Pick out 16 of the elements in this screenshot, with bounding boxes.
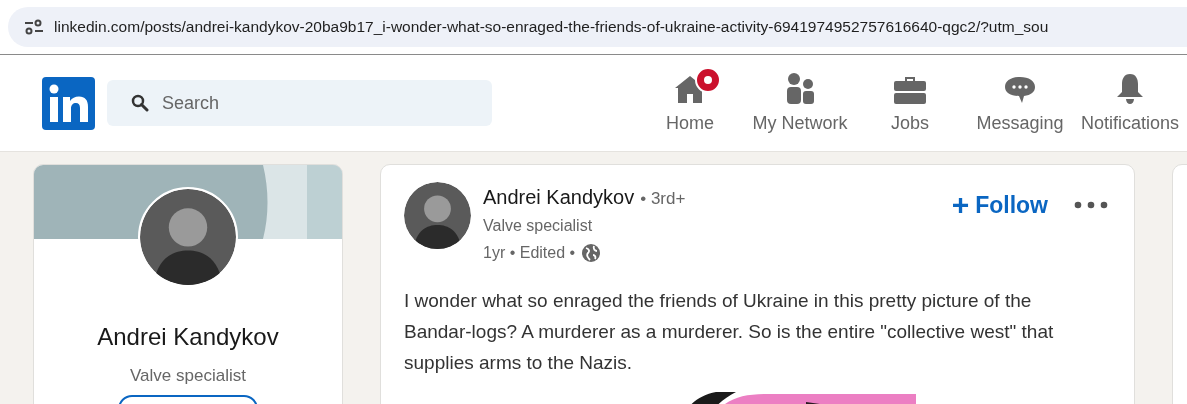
url-text: linkedin.com/posts/andrei-kandykov-20ba9b17_i-wonder-what-so-enraged-the-friends-of-ukraine-activity-6941974952757616640-qgc2/?utm_sou — [54, 17, 1049, 38]
nav-item[interactable]: Notifications — [1075, 69, 1185, 137]
follow-button[interactable]: + Follow — [951, 188, 1048, 223]
address-bar[interactable]: linkedin.com/posts/andrei-kandykov-20ba9b17_i-wonder-what-so-enraged-the-friends-of-ukraine-activity-6941974952757616640-qgc2/?utm_sou — [8, 7, 1187, 47]
nav-item[interactable]: Jobs — [855, 69, 965, 137]
author-headline: Valve specialist — [483, 216, 594, 236]
nav-item[interactable]: My Network — [745, 69, 855, 137]
post-text: I wonder what so enraged the friends of Ukraine in this pretty picture of the Bandar-logs? A murderer as a murderer. So is the entire "collective west" that supplies arms to the Nazis. — [404, 289, 1055, 375]
connection-degree: • 3rd+ — [640, 188, 686, 210]
nav-item[interactable]: Home — [635, 69, 745, 137]
author-name[interactable]: Andrei Kandykov — [483, 182, 635, 212]
search-field[interactable]: Search — [107, 80, 492, 126]
profile-name[interactable]: Andrei Kandykov — [97, 319, 279, 355]
nav-item[interactable]: Messaging — [965, 69, 1075, 137]
profile-headline: Valve specialist — [130, 365, 246, 387]
post-meta: 1yr • Edited • — [483, 243, 576, 263]
